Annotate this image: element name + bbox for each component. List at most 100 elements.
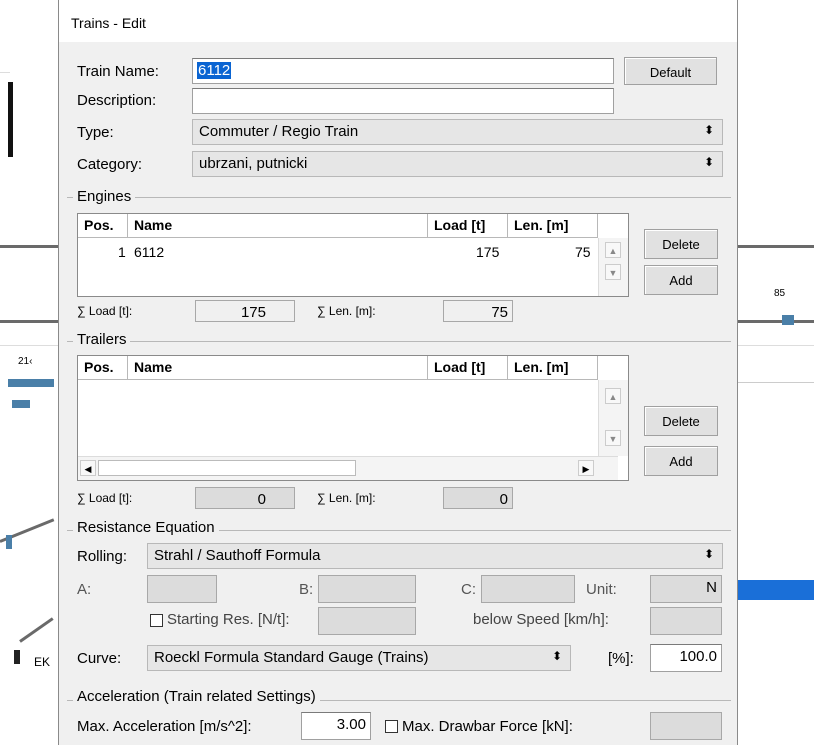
max-drawbar-checkbox[interactable]	[385, 720, 398, 733]
engines-delete-button[interactable]: Delete	[644, 229, 718, 259]
col-len[interactable]: Len. [m]	[508, 214, 598, 238]
engine-row-len[interactable]: 75	[575, 244, 591, 260]
engine-row-load[interactable]: 175	[476, 244, 499, 260]
track-line	[0, 345, 58, 346]
rolling-value: Strahl / Sauthoff Formula	[154, 547, 321, 564]
curve-label: Curve:	[77, 650, 122, 667]
trailers-add-button[interactable]: Add	[644, 446, 718, 476]
rolling-label: Rolling:	[77, 548, 128, 565]
engines-table[interactable]: Pos. Name Load [t] Len. [m] 1 6112 175 7…	[77, 213, 629, 297]
track-signal	[8, 379, 54, 387]
type-select[interactable]: Commuter / Regio Train ⬍	[192, 119, 723, 145]
track-line	[738, 320, 814, 323]
rolling-select[interactable]: Strahl / Sauthoff Formula ⬍	[147, 543, 723, 569]
scroll-up-icon[interactable]: ▲	[605, 242, 621, 258]
engines-sum-len-field: 75	[443, 300, 513, 322]
selection-bar	[738, 580, 814, 600]
below-speed-label: below Speed [km/h]:	[473, 611, 609, 628]
train-name-label: Train Name:	[77, 63, 159, 80]
trailers-table[interactable]: Pos. Name Load [t] Len. [m] ▲ ▼ ◀ ▶	[77, 355, 629, 481]
trailers-sum-load-label: ∑ Load [t]:	[77, 491, 133, 505]
window-title: Trains - Edit	[59, 0, 737, 42]
percent-label: [%]:	[608, 650, 634, 667]
engine-row-name[interactable]: 6112	[134, 244, 164, 260]
col-load[interactable]: Load [t]	[428, 356, 508, 380]
track-signal	[782, 315, 794, 325]
track-line	[0, 320, 58, 323]
track-line	[738, 345, 814, 346]
trailers-sum-len-field: 0	[443, 487, 513, 509]
track-line	[19, 617, 54, 643]
train-name-value: 6112	[197, 62, 232, 79]
category-select[interactable]: ubrzani, putnicki ⬍	[192, 151, 723, 177]
max-drawbar-label: Max. Drawbar Force [kN]:	[402, 718, 573, 735]
type-value: Commuter / Regio Train	[199, 123, 359, 140]
starting-res-label: Starting Res. [N/t]:	[167, 611, 290, 628]
track-line	[0, 72, 10, 73]
a-label: A:	[77, 581, 92, 598]
track-line	[0, 245, 58, 248]
a-field	[147, 575, 217, 603]
unit-label: Unit:	[586, 581, 617, 598]
select-arrows-icon: ⬍	[703, 123, 714, 137]
col-load[interactable]: Load [t]	[428, 214, 508, 238]
scroll-left-icon[interactable]: ◀	[80, 460, 96, 476]
engine-row-pos[interactable]: 1	[118, 244, 126, 260]
scroll-down-icon[interactable]: ▼	[605, 264, 621, 280]
b-label: B:	[299, 581, 314, 598]
scroll-up-icon[interactable]: ▲	[605, 388, 621, 404]
trailers-vscroll[interactable]: ▲ ▼	[598, 380, 628, 456]
c-label: C:	[461, 581, 476, 598]
b-field	[318, 575, 416, 603]
curve-select[interactable]: Roeckl Formula Standard Gauge (Trains) ⬍	[147, 645, 571, 671]
scroll-down-icon[interactable]: ▼	[605, 430, 621, 446]
unit-field: N	[650, 575, 722, 603]
track-signal	[6, 535, 12, 549]
engines-sum-len-label: ∑ Len. [m]:	[317, 304, 376, 318]
select-arrows-icon: ⬍	[703, 155, 714, 169]
trailers-sum-len-label: ∑ Len. [m]:	[317, 491, 376, 505]
description-label: Description:	[77, 92, 157, 109]
trailers-sum-load-field: 0	[195, 487, 295, 509]
trailers-hscroll[interactable]: ◀ ▶	[78, 456, 618, 480]
select-arrows-icon: ⬍	[703, 547, 714, 561]
default-button[interactable]: Default	[624, 57, 717, 85]
col-name[interactable]: Name	[128, 214, 428, 238]
scroll-right-icon[interactable]: ▶	[578, 460, 594, 476]
hscroll-thumb[interactable]	[98, 460, 356, 476]
track-label-21: 21‹	[18, 356, 33, 367]
category-value: ubrzani, putnicki	[199, 155, 308, 172]
engines-group-title: Engines	[73, 188, 136, 205]
col-pos[interactable]: Pos.	[78, 214, 128, 238]
engines-add-button[interactable]: Add	[644, 265, 718, 295]
c-field	[481, 575, 575, 603]
col-len[interactable]: Len. [m]	[508, 356, 598, 380]
track-signal	[14, 650, 20, 664]
track-marker	[8, 82, 13, 157]
max-accel-label: Max. Acceleration [m/s^2]:	[77, 718, 252, 735]
max-drawbar-field	[650, 712, 722, 740]
track-label-ek: EK	[34, 655, 51, 669]
track-signal	[12, 400, 30, 408]
engines-sum-load-field: 175	[195, 300, 295, 322]
engines-vscroll[interactable]: ▲ ▼	[598, 238, 628, 296]
category-label: Category:	[77, 156, 143, 173]
track-label-85: 85	[774, 288, 786, 299]
col-name[interactable]: Name	[128, 356, 428, 380]
type-label: Type:	[77, 124, 114, 141]
select-arrows-icon: ⬍	[551, 649, 562, 663]
acceleration-group-title: Acceleration (Train related Settings)	[73, 688, 320, 705]
engines-sum-load-label: ∑ Load [t]:	[77, 304, 133, 318]
track-line	[738, 245, 814, 248]
starting-res-checkbox[interactable]	[150, 614, 163, 627]
starting-res-field	[318, 607, 416, 635]
description-input[interactable]	[192, 88, 614, 114]
train-name-input[interactable]: 6112	[192, 58, 614, 84]
col-pos[interactable]: Pos.	[78, 356, 128, 380]
trailers-delete-button[interactable]: Delete	[644, 406, 718, 436]
below-speed-field	[650, 607, 722, 635]
track-line	[738, 382, 814, 383]
trains-edit-dialog: Trains - Edit Train Name: 6112 Default D…	[58, 0, 738, 745]
max-accel-input[interactable]: 3.00	[301, 712, 371, 740]
percent-input[interactable]: 100.0	[650, 644, 722, 672]
